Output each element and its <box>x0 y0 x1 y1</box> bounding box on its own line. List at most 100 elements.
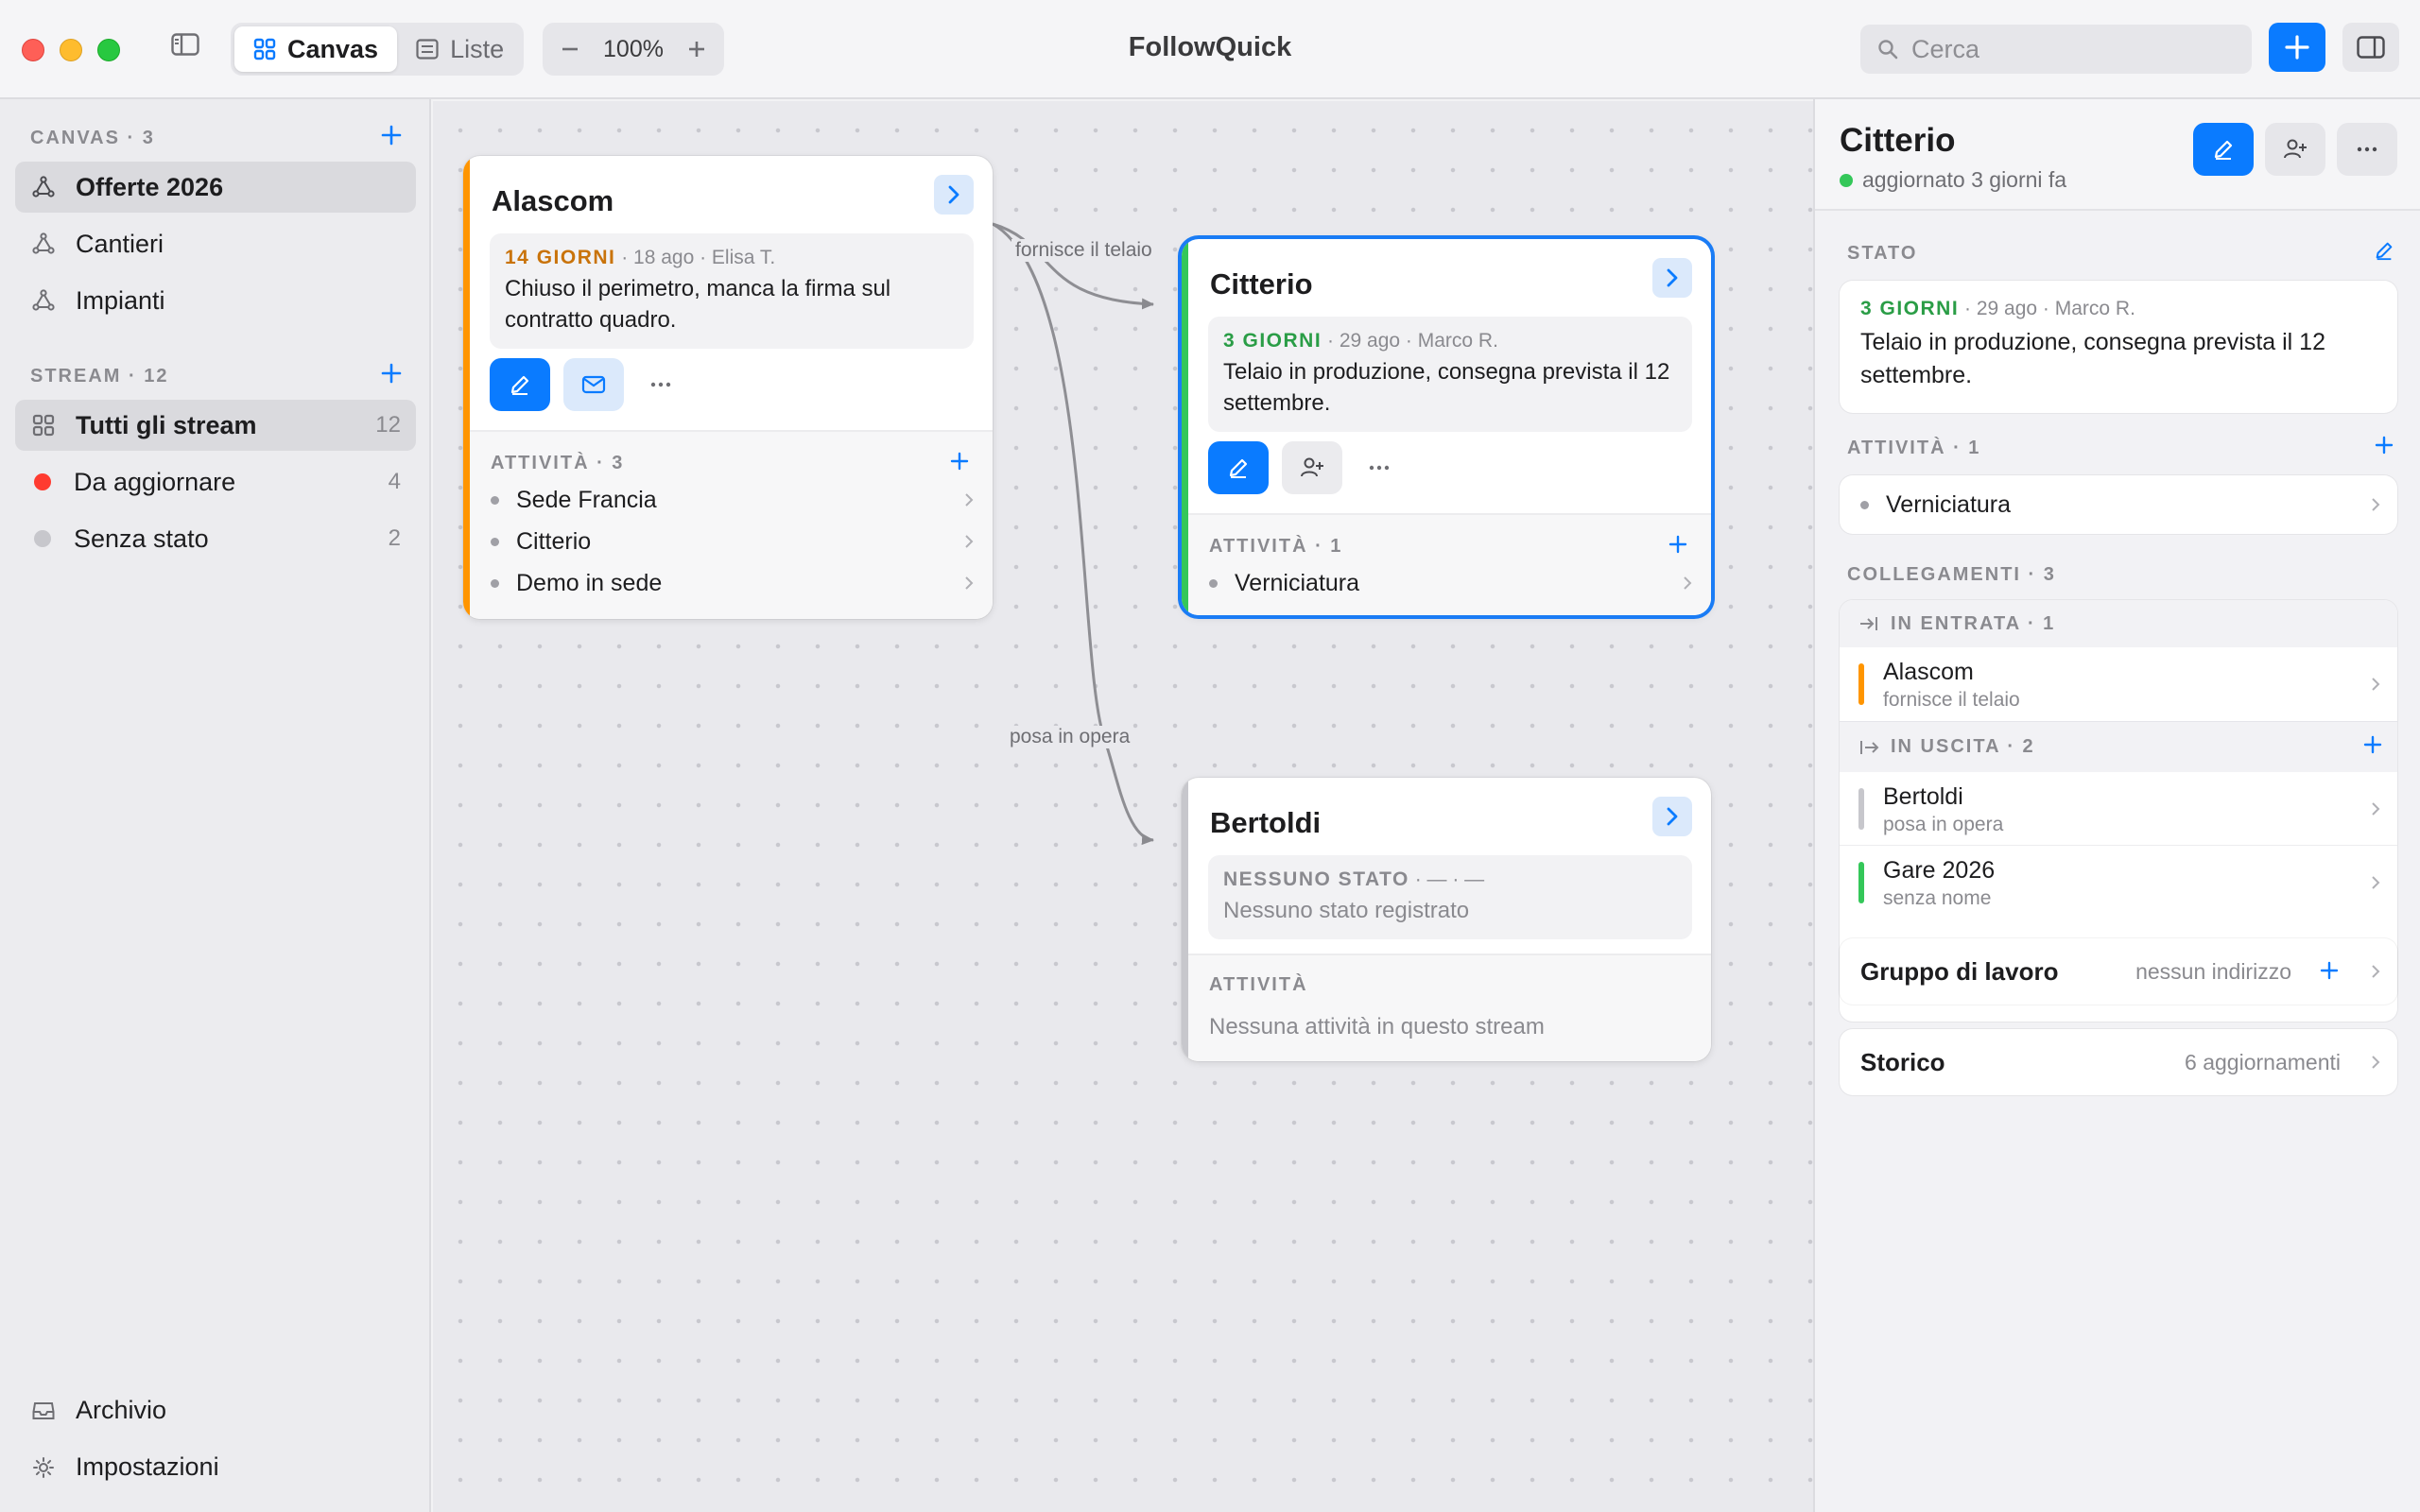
link-row-bertoldi[interactable]: Bertoldi posa in opera <box>1840 772 2397 846</box>
minimize-window-button[interactable] <box>60 39 82 61</box>
edit-status-button[interactable] <box>1208 441 1269 494</box>
search-icon <box>1877 39 1898 60</box>
tab-canvas[interactable]: Canvas <box>234 26 398 72</box>
inspector-header: Citterio aggiornato 3 giorni fa <box>1815 99 2420 211</box>
sidebar-toggle-icon[interactable] <box>168 30 202 59</box>
add-activity-button[interactable] <box>947 449 972 473</box>
status-date-author: · 29 ago · Marco R. <box>1322 330 1498 352</box>
link-color-bar <box>1858 663 1864 705</box>
sidebar-item-count: 2 <box>388 525 401 551</box>
status-days: 14 GIORNI <box>505 247 616 268</box>
status-days: NESSUNO STATO <box>1223 868 1409 890</box>
tab-liste-label: Liste <box>450 34 505 63</box>
envelope-icon <box>581 375 606 394</box>
zoom-window-button[interactable] <box>97 39 120 61</box>
chevron-right-icon <box>965 535 974 548</box>
chevron-right-icon <box>1667 268 1678 287</box>
pencil-icon <box>510 375 529 395</box>
edit-status-button[interactable] <box>490 358 550 411</box>
add-button[interactable] <box>2269 23 2325 72</box>
workgroup-label: Gruppo di lavoro <box>1860 957 2059 986</box>
sidebar-item-count: 4 <box>388 469 401 494</box>
more-options-button[interactable] <box>1356 441 1403 494</box>
add-stream-button[interactable] <box>378 360 405 387</box>
link-row-gare-2026[interactable]: Gare 2026 senza nome <box>1840 846 2397 919</box>
close-window-button[interactable] <box>22 39 44 61</box>
add-person-button[interactable] <box>1282 441 1342 494</box>
inspector-toggle-button[interactable] <box>2342 23 2399 72</box>
status-text: Chiuso il perimetro, manca la firma sul … <box>505 276 891 333</box>
zoom-out-button[interactable] <box>556 35 584 63</box>
edit-status-button[interactable] <box>2193 123 2254 176</box>
link-relation: fornisce il telaio <box>1883 689 2020 711</box>
tab-liste[interactable]: Liste <box>397 26 523 72</box>
add-workgroup-button[interactable] <box>2320 961 2339 980</box>
canvas-area[interactable]: fornisce il telaio posa in opera Alascom… <box>433 101 1813 1512</box>
activities-header: ATTIVITÀ · 1 <box>1209 536 1343 557</box>
add-activity-button[interactable] <box>2371 432 2397 458</box>
workgroup-row[interactable]: Gruppo di lavoro nessun indirizzo <box>1840 938 2397 1005</box>
search-field[interactable] <box>1860 25 2252 74</box>
history-value: 6 aggiornamenti <box>2185 1050 2341 1074</box>
search-input[interactable] <box>1911 34 2233 64</box>
link-name: Bertoldi <box>1883 783 1963 810</box>
sidebar-item-da-aggiornare[interactable]: Da aggiornare 4 <box>15 456 416 507</box>
activity-label: Citterio <box>516 527 592 555</box>
more-options-button[interactable] <box>2337 123 2397 176</box>
stream-card-citterio[interactable]: Citterio 3 GIORNI · 29 ago · Marco R. Te… <box>1182 239 1711 615</box>
status-box: NESSUNO STATO · — · — Nessuno stato regi… <box>1208 855 1692 939</box>
plus-icon <box>2285 35 2309 60</box>
edge-label: fornisce il telaio <box>1011 239 1156 262</box>
activity-item[interactable]: Verniciatura <box>1209 564 1692 602</box>
history-label: Storico <box>1860 1048 1945 1076</box>
link-relation: senza nome <box>1883 887 1992 909</box>
pencil-icon <box>2214 140 2233 160</box>
zoom-in-button[interactable] <box>683 35 711 63</box>
status-dot-green <box>1840 173 1853 187</box>
incoming-header-label: IN ENTRATA · 1 <box>1891 612 2056 634</box>
outgoing-header: IN USCITA · 2 <box>1840 721 2397 772</box>
activity-item[interactable]: Demo in sede <box>491 564 974 602</box>
tab-canvas-label: Canvas <box>287 34 379 63</box>
more-options-button[interactable] <box>637 358 684 411</box>
activity-item[interactable]: Verniciatura <box>1840 475 2397 534</box>
send-email-button[interactable] <box>563 358 624 411</box>
settings-label: Impostazioni <box>76 1452 219 1481</box>
activity-item[interactable]: Sede Francia <box>491 481 974 519</box>
sidebar-archive[interactable]: Archivio <box>32 1396 166 1425</box>
history-row[interactable]: Storico 6 aggiornamenti <box>1840 1029 2397 1095</box>
stream-card-bertoldi[interactable]: Bertoldi NESSUNO STATO · — · — Nessuno s… <box>1182 778 1711 1061</box>
activity-label: Demo in sede <box>516 569 663 596</box>
sidebar-item-cantieri[interactable]: Cantieri <box>15 218 416 269</box>
sidebar-item-label: Tutti gli stream <box>76 410 257 439</box>
activity-item[interactable]: Citterio <box>491 523 974 560</box>
state-card: 3 GIORNI · 29 ago · Marco R. Telaio in p… <box>1840 281 2397 413</box>
sidebar-item-label: Cantieri <box>76 229 164 258</box>
open-stream-button[interactable] <box>1652 258 1692 298</box>
sidebar-item-tutti-gli-stream[interactable]: Tutti gli stream 12 <box>15 400 416 451</box>
activity-label: Verniciatura <box>1886 490 2012 518</box>
stream-section-header: STREAM · 12 <box>30 366 169 387</box>
link-name: Alascom <box>1883 659 1974 685</box>
stream-card-alascom[interactable]: Alascom 14 GIORNI · 18 ago · Elisa T. Ch… <box>463 156 993 619</box>
add-canvas-button[interactable] <box>378 122 405 148</box>
activities-list: Verniciatura <box>1840 475 2397 534</box>
add-outgoing-link-button[interactable] <box>2363 735 2382 754</box>
list-icon <box>416 39 439 60</box>
sidebar-settings[interactable]: Impostazioni <box>32 1452 219 1482</box>
sidebar-item-offerte-2026[interactable]: Offerte 2026 <box>15 162 416 213</box>
sidebar-item-senza-stato[interactable]: Senza stato 2 <box>15 513 416 564</box>
grid-icon <box>253 38 276 60</box>
link-row-alascom[interactable]: Alascom fornisce il telaio <box>1840 647 2397 721</box>
incoming-header: IN ENTRATA · 1 <box>1840 600 2397 647</box>
open-stream-button[interactable] <box>934 175 974 215</box>
open-stream-button[interactable] <box>1652 797 1692 836</box>
status-dot-gray <box>34 530 51 547</box>
edit-state-button[interactable] <box>2371 237 2397 264</box>
card-actions <box>1208 441 1403 494</box>
sidebar-item-impianti[interactable]: Impianti <box>15 275 416 326</box>
add-person-button[interactable] <box>2265 123 2325 176</box>
card-accent-bar <box>463 156 470 619</box>
ellipsis-icon <box>2357 146 2377 152</box>
add-activity-button[interactable] <box>1666 532 1690 557</box>
